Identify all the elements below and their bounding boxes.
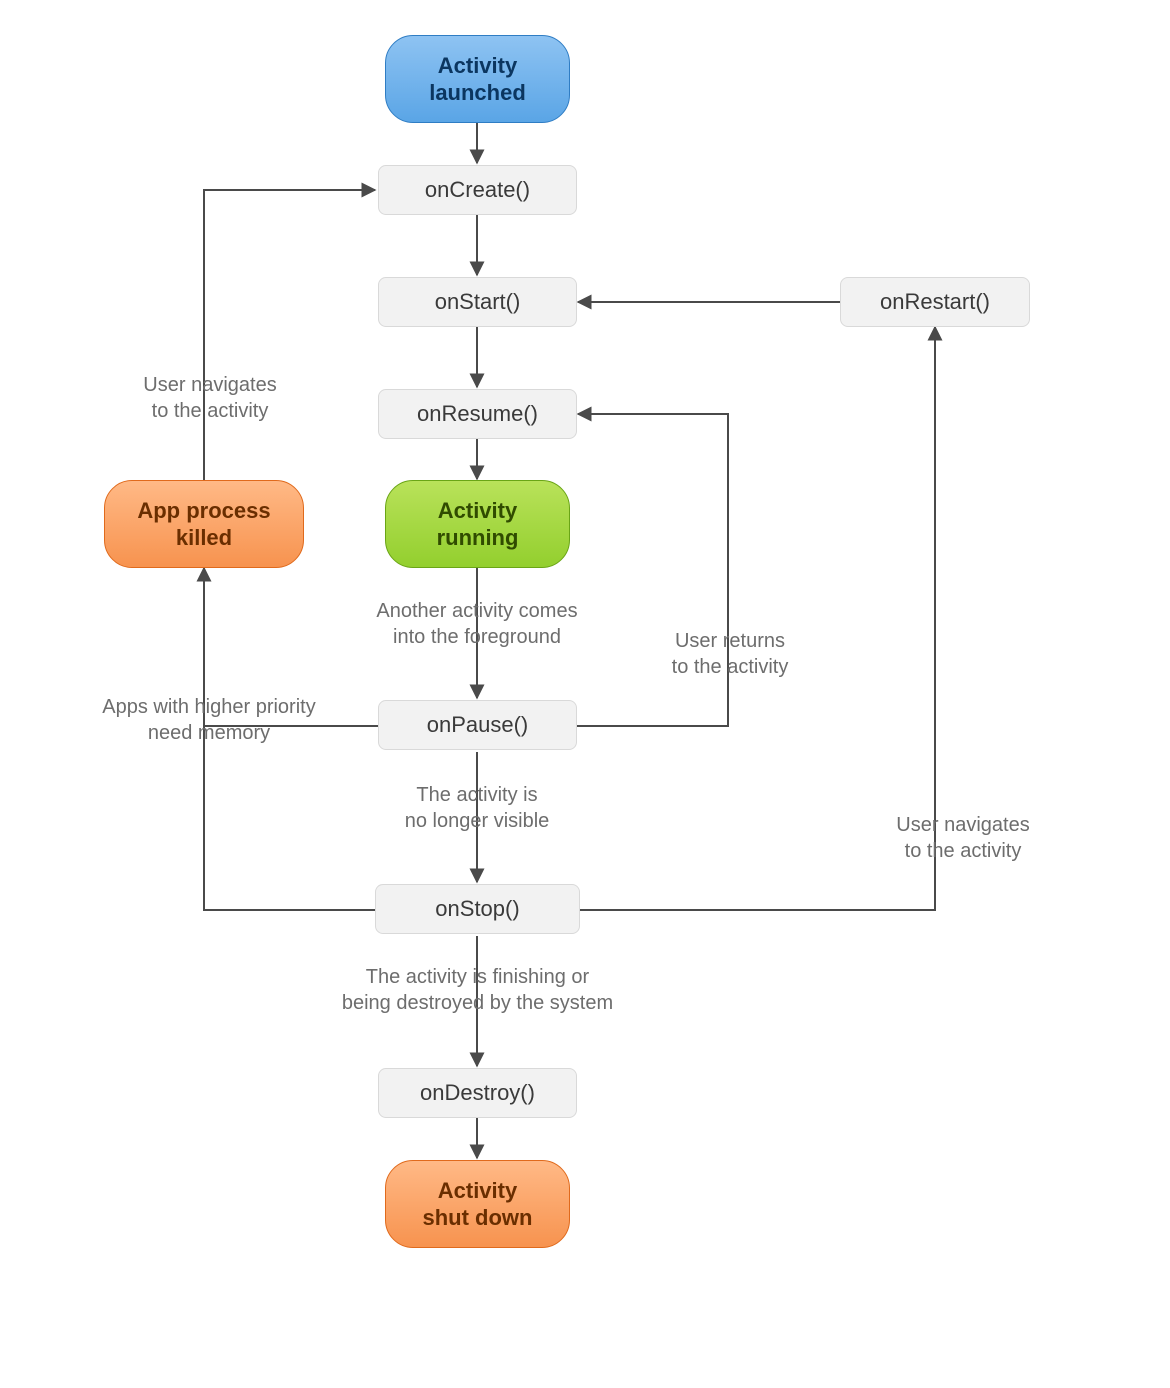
label-foreground: Another activity comesinto the foregroun… bbox=[352, 598, 602, 650]
text: Activity bbox=[438, 1178, 517, 1203]
method-onDestroy: onDestroy() bbox=[378, 1068, 577, 1118]
method-onStart: onStart() bbox=[378, 277, 577, 327]
method-onPause: onPause() bbox=[378, 700, 577, 750]
label-user-navigates-restart: User navigatesto the activity bbox=[858, 812, 1068, 864]
text: Activity bbox=[438, 53, 517, 78]
method-onStop: onStop() bbox=[375, 884, 580, 934]
edge-killed-onCreate bbox=[204, 190, 375, 480]
label-user-returns: User returnsto the activity bbox=[625, 628, 835, 680]
label-user-navigates-killed: User navigatesto the activity bbox=[120, 372, 300, 424]
state-app-process-killed: App processkilled bbox=[104, 480, 304, 568]
state-activity-launched: Activitylaunched bbox=[385, 35, 570, 123]
text: running bbox=[437, 525, 519, 550]
label-need-memory: Apps with higher priorityneed memory bbox=[84, 694, 334, 746]
method-onRestart: onRestart() bbox=[840, 277, 1030, 327]
text: Activity bbox=[438, 498, 517, 523]
state-activity-shut-down: Activityshut down bbox=[385, 1160, 570, 1248]
label-finishing: The activity is finishing orbeing destro… bbox=[320, 964, 635, 1016]
edge-onStop-killed bbox=[204, 726, 375, 910]
text: killed bbox=[176, 525, 232, 550]
state-activity-running: Activityrunning bbox=[385, 480, 570, 568]
method-onCreate: onCreate() bbox=[378, 165, 577, 215]
activity-lifecycle-diagram: Activitylaunched Activityrunning App pro… bbox=[0, 0, 1170, 1388]
text: App process bbox=[137, 498, 270, 523]
label-not-visible: The activity isno longer visible bbox=[372, 782, 582, 834]
text: shut down bbox=[423, 1205, 533, 1230]
method-onResume: onResume() bbox=[378, 389, 577, 439]
text: launched bbox=[429, 80, 526, 105]
